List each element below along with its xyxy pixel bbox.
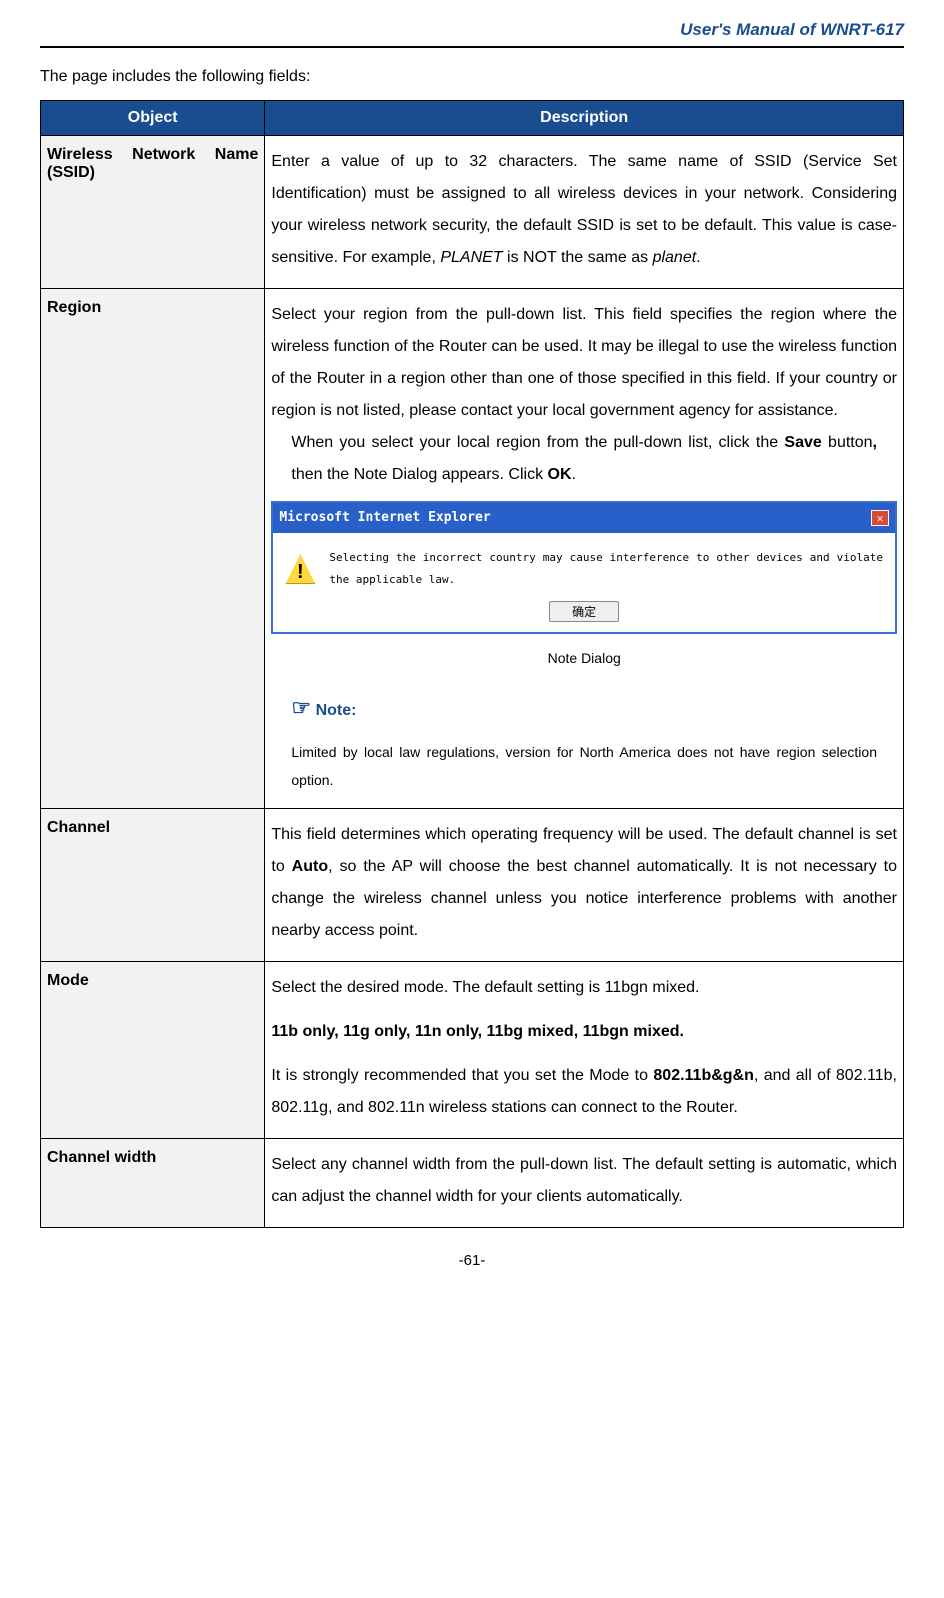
desc-text: . <box>696 249 700 266</box>
dialog-body: ! Selecting the incorrect country may ca… <box>273 533 895 632</box>
desc-em: PLANET <box>440 249 502 266</box>
desc-paragraph: Select your region from the pull-down li… <box>271 299 897 427</box>
desc-bold: Auto <box>292 858 328 875</box>
dialog-message: Selecting the incorrect country may caus… <box>329 547 883 591</box>
desc-subparagraph: When you select your local region from t… <box>271 427 897 491</box>
object-cell: Wireless Network Name (SSID) <box>41 136 265 289</box>
dialog-message-row: ! Selecting the incorrect country may ca… <box>285 547 883 591</box>
note-heading: ☞ Note: <box>271 686 897 730</box>
pointing-hand-icon: ☞ <box>291 695 311 720</box>
object-cell: Channel <box>41 809 265 962</box>
desc-paragraph: Select the desired mode. The default set… <box>271 972 897 1004</box>
note-text: Limited by local law regulations, versio… <box>271 738 897 794</box>
table-row: Mode Select the desired mode. The defaul… <box>41 962 904 1139</box>
desc-bold: Save <box>784 434 821 451</box>
desc-text: button <box>822 434 873 451</box>
desc-text: . <box>572 466 576 483</box>
desc-text: then the Note Dialog appears. Click <box>291 466 547 483</box>
table-row: Wireless Network Name (SSID) Enter a val… <box>41 136 904 289</box>
desc-paragraph: Select any channel width from the pull-d… <box>271 1149 897 1213</box>
table-row: Channel width Select any channel width f… <box>41 1139 904 1228</box>
object-cell: Region <box>41 289 265 809</box>
desc-text: It is strongly recommended that you set … <box>271 1067 653 1084</box>
page-number: -61- <box>40 1252 904 1269</box>
col-header-description: Description <box>265 101 904 136</box>
note-label: Note: <box>316 702 357 719</box>
dialog-caption: Note Dialog <box>271 644 897 672</box>
object-cell: Mode <box>41 962 265 1139</box>
dialog-titlebar: Microsoft Internet Explorer ✕ <box>273 503 895 533</box>
page-header-title: User's Manual of WNRT-617 <box>40 20 904 48</box>
desc-text: When you select your local region from t… <box>291 434 784 451</box>
description-cell: Select your region from the pull-down li… <box>265 289 904 809</box>
object-cell: Channel width <box>41 1139 265 1228</box>
fields-table: Object Description Wireless Network Name… <box>40 100 904 1228</box>
table-row: Region Select your region from the pull-… <box>41 289 904 809</box>
description-cell: This field determines which operating fr… <box>265 809 904 962</box>
desc-text: , so the AP will choose the best channel… <box>271 858 897 939</box>
desc-bold: 802.11b&g&n <box>653 1067 753 1084</box>
desc-text: is NOT the same as <box>503 249 653 266</box>
ok-button[interactable]: 确定 <box>549 601 619 622</box>
desc-paragraph: It is strongly recommended that you set … <box>271 1060 897 1124</box>
warning-icon: ! <box>285 554 315 584</box>
description-cell: Select the desired mode. The default set… <box>265 962 904 1139</box>
table-row: Channel This field determines which oper… <box>41 809 904 962</box>
description-cell: Enter a value of up to 32 characters. Th… <box>265 136 904 289</box>
dialog-title: Microsoft Internet Explorer <box>279 505 490 531</box>
note-dialog: Microsoft Internet Explorer ✕ ! Selectin… <box>271 501 897 634</box>
desc-bold: OK <box>548 466 572 483</box>
description-cell: Select any channel width from the pull-d… <box>265 1139 904 1228</box>
close-icon[interactable]: ✕ <box>871 510 889 526</box>
intro-text: The page includes the following fields: <box>40 68 904 86</box>
col-header-object: Object <box>41 101 265 136</box>
desc-bold-paragraph: 11b only, 11g only, 11n only, 11bg mixed… <box>271 1016 897 1048</box>
desc-em: planet <box>653 249 697 266</box>
desc-bold: , <box>873 434 877 451</box>
